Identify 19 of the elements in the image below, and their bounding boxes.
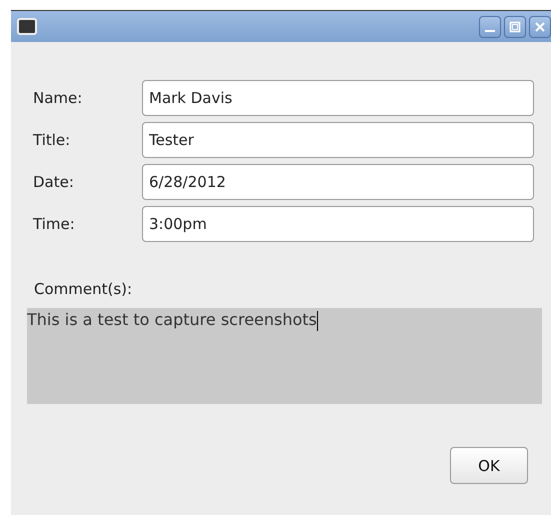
minimize-button[interactable]	[479, 16, 501, 38]
field-label: Time:	[32, 215, 76, 233]
text-field[interactable]: 6/28/2012	[142, 164, 534, 200]
text-cursor-icon	[316, 311, 318, 331]
maximize-icon	[509, 20, 521, 32]
maximize-button[interactable]	[504, 16, 526, 38]
field-label: Date:	[32, 173, 75, 191]
close-icon	[534, 20, 546, 32]
window-icon[interactable]	[17, 18, 37, 36]
minimize-icon	[485, 30, 495, 32]
text-field[interactable]: Mark Davis	[142, 80, 534, 116]
field-label: Title:	[32, 131, 72, 149]
text-field[interactable]: Tester	[142, 122, 534, 158]
field-label: Name:	[32, 89, 84, 107]
close-button[interactable]	[529, 16, 551, 38]
ok-button[interactable]: OK	[450, 447, 528, 484]
comment-field[interactable]: This is a test to capture screenshots	[27, 308, 542, 404]
text-field[interactable]: 3:00pm	[142, 206, 534, 242]
comment-label: Comment(s):	[34, 280, 134, 298]
